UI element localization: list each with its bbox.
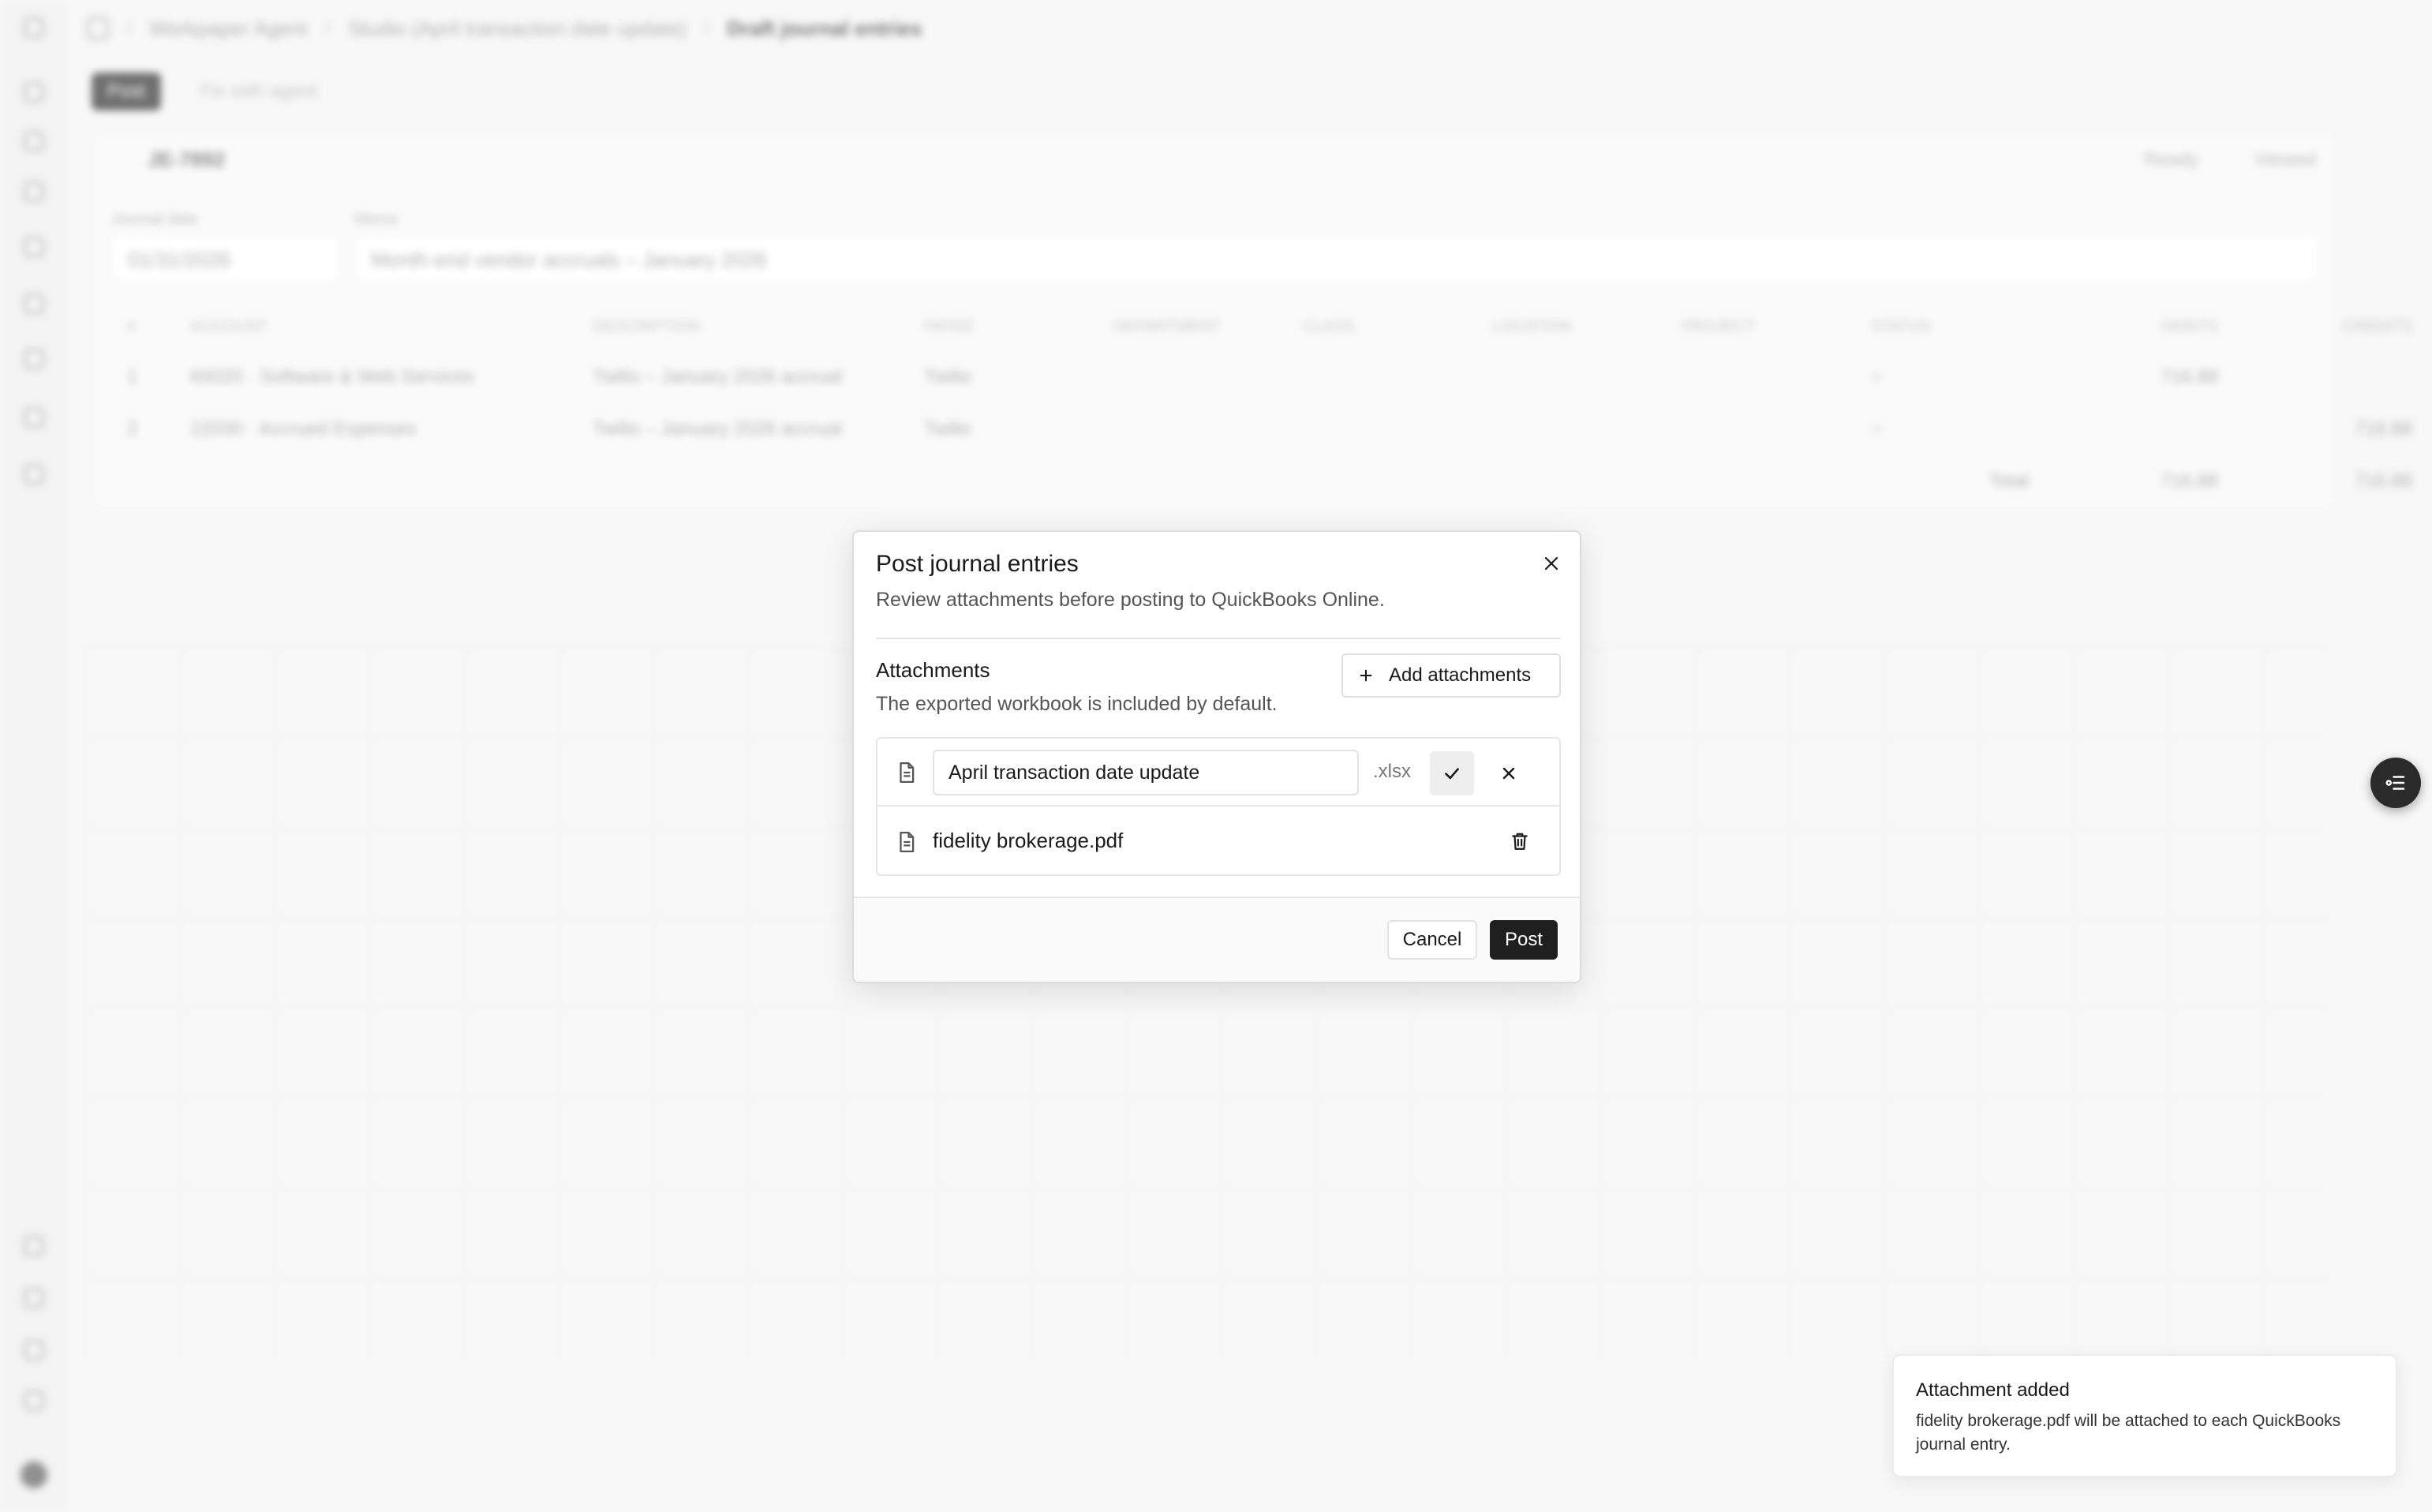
check-icon: [1445, 768, 1459, 780]
task-list-icon: [2385, 776, 2405, 790]
attachments-subtitle: The exported workbook is included by def…: [876, 693, 1278, 715]
dialog-footer: Cancel Post: [854, 896, 1580, 982]
file-icon: [900, 762, 915, 783]
add-attachments-label: Add attachments: [1389, 664, 1532, 686]
cancel-rename-button[interactable]: [1487, 751, 1531, 795]
file-icon: [900, 832, 915, 852]
post-button[interactable]: Post: [1490, 920, 1558, 960]
attachment-name: fidelity brokerage.pdf: [933, 829, 1124, 852]
plus-icon: [1360, 669, 1372, 682]
close-icon: [1544, 556, 1558, 571]
confirm-rename-button[interactable]: [1430, 751, 1474, 795]
attachment-name-input[interactable]: [933, 750, 1359, 795]
dialog-title: Post journal entries: [876, 551, 1079, 577]
add-attachments-button[interactable]: Add attachments: [1341, 653, 1561, 698]
x-icon: [1502, 767, 1515, 780]
toast-message: fidelity brokerage.pdf will be attached …: [1916, 1412, 2341, 1454]
toast-title: Attachment added: [1916, 1379, 2070, 1401]
trash-icon: [1512, 833, 1528, 850]
cancel-button[interactable]: Cancel: [1387, 920, 1477, 960]
attachment-row: fidelity brokerage.pdf: [877, 808, 1559, 876]
attachments-title: Attachments: [876, 658, 990, 682]
close-button[interactable]: [1536, 548, 1567, 579]
attachments-list: .xlsx fidelity brokerage.pdf: [876, 737, 1561, 876]
file-extension: .xlsx: [1373, 761, 1411, 782]
task-list-button[interactable]: [2370, 758, 2421, 808]
post-journal-entries-dialog: Post journal entries Review attachments …: [852, 530, 1581, 983]
divider: [876, 638, 1561, 639]
delete-attachment-button[interactable]: [1504, 825, 1536, 857]
attachment-added-toast: Attachment added fidelity brokerage.pdf …: [1892, 1354, 2397, 1477]
dialog-subtitle: Review attachments before posting to Qui…: [876, 589, 1385, 611]
attachment-row: .xlsx: [877, 739, 1559, 807]
